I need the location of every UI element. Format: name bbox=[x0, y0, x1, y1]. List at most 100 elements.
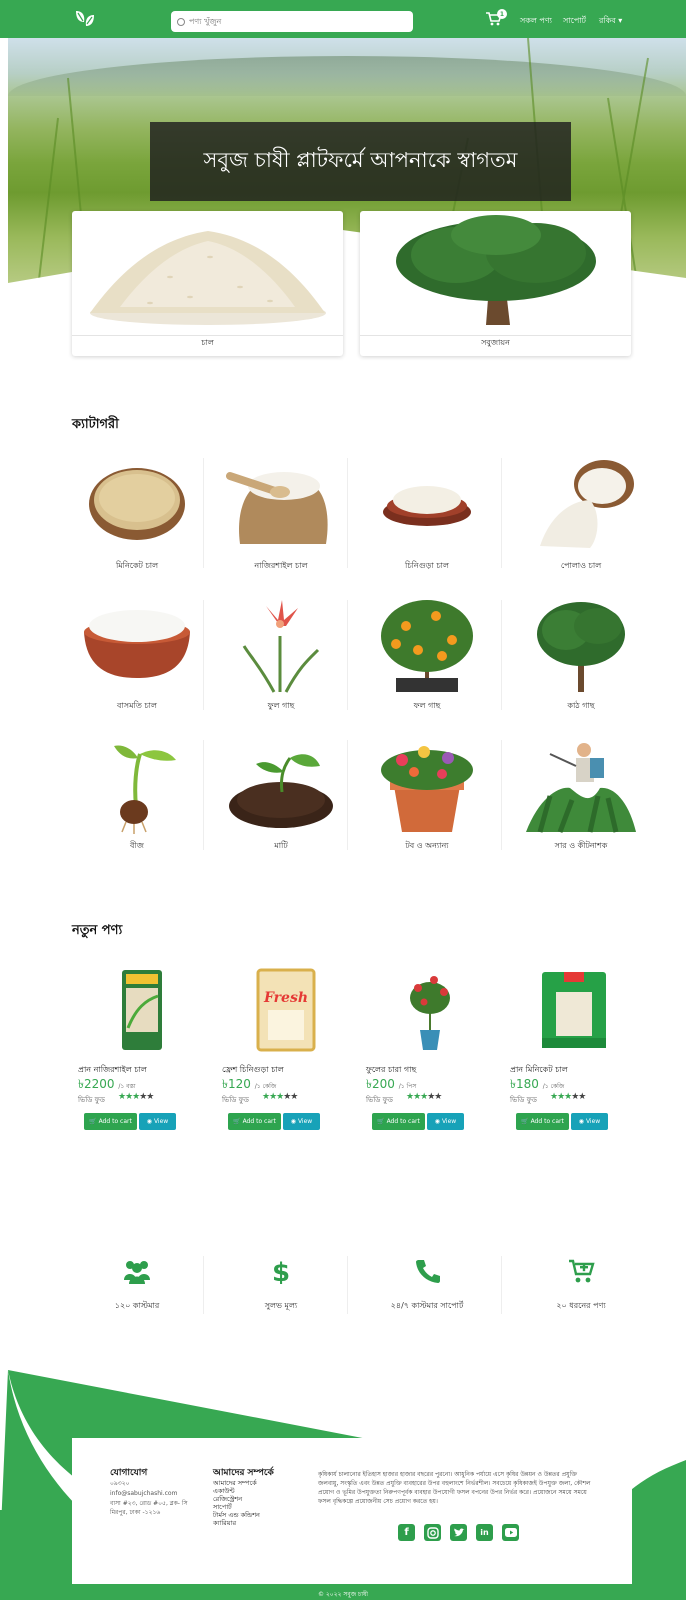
feature-card-greenery[interactable]: সবুজায়ন bbox=[360, 211, 631, 356]
view-button[interactable]: ◉ View bbox=[283, 1113, 320, 1130]
facebook-icon[interactable]: f bbox=[398, 1524, 415, 1541]
category-name: চিনিগুড়া চাল bbox=[405, 561, 449, 570]
stat-product-types: ২০ ধরনের পণ্য bbox=[510, 1258, 652, 1318]
footer-link-registration[interactable]: রেজিস্ট্রেশন bbox=[213, 1495, 242, 1503]
category-pots-others[interactable]: টব ও অন্যান্য bbox=[356, 736, 498, 866]
category-fertilizer-pesticide[interactable]: সার ও কীটনাশক bbox=[510, 736, 652, 866]
category-chinigura-rice[interactable]: চিনিগুড়া চাল bbox=[356, 456, 498, 586]
rice-basket-image bbox=[383, 486, 471, 526]
leaf-logo-icon[interactable] bbox=[74, 9, 96, 29]
product-seller: ভিডি ফুড bbox=[222, 1096, 249, 1104]
eye-icon: ◉ bbox=[146, 1118, 154, 1125]
category-name: কাঠ গাছ bbox=[567, 701, 595, 710]
product-card[interactable]: প্রান নাজিরশাইল চাল ৳2200 /১ বস্তা ভিডি … bbox=[72, 968, 214, 1148]
view-button[interactable]: ◉ View bbox=[427, 1113, 464, 1130]
category-name: সার ও কীটনাশক bbox=[554, 841, 608, 850]
product-rating: ★★★★★ bbox=[262, 1092, 298, 1102]
product-card[interactable]: ফুলের চারা গাছ ৳200 /১ পিস ভিডি ফুড ★★★★… bbox=[360, 968, 502, 1148]
footer-address-line-1: বাসা #২৩, রোড #০৫, ব্লক- সি bbox=[110, 1500, 188, 1507]
rice-bowl-image bbox=[89, 468, 185, 540]
footer-phone[interactable]: ০৯৩২০ bbox=[110, 1480, 130, 1488]
category-name: ফল গাছ bbox=[413, 701, 441, 710]
category-name: ফুল গাছ bbox=[267, 701, 295, 710]
search-icon bbox=[177, 17, 185, 26]
product-rating: ★★★★★ bbox=[550, 1092, 586, 1102]
view-button[interactable]: ◉ View bbox=[139, 1113, 176, 1130]
timber-tree-image bbox=[537, 602, 625, 692]
footer-about-text: কৃষিকার্য চালানোর ইতিহাস হাজার হাজার বছর… bbox=[318, 1471, 591, 1505]
category-miniket-rice[interactable]: মিনিকেট চাল bbox=[66, 456, 208, 586]
category-seeds[interactable]: বীজ bbox=[66, 736, 208, 866]
phone-icon bbox=[416, 1260, 440, 1283]
category-basmati-rice[interactable]: বাসমতি চাল bbox=[66, 596, 208, 726]
product-rating: ★★★★★ bbox=[406, 1092, 442, 1102]
category-soil[interactable]: মাটি bbox=[210, 736, 352, 866]
orange-tree-image bbox=[381, 600, 473, 692]
category-name: টব ও অন্যান্য bbox=[405, 841, 449, 850]
tree-image bbox=[396, 215, 596, 325]
category-timber-trees[interactable]: কাঠ গাছ bbox=[510, 596, 652, 726]
nav-all-products[interactable]: সকল পণ্য bbox=[520, 15, 552, 28]
footer-about-title: আমাদের সম্পর্কে bbox=[213, 1468, 274, 1478]
category-fruit-plants[interactable]: ফল গাছ bbox=[356, 596, 498, 726]
product-image-nazirshail-pack bbox=[122, 970, 162, 1050]
add-to-cart-button[interactable]: 🛒 Add to cart bbox=[372, 1113, 425, 1130]
cart-plus-icon bbox=[569, 1259, 595, 1283]
welcome-banner: সবুজ চাষী প্লাটফর্মে আপনাকে স্বাগতম bbox=[150, 122, 571, 201]
view-button[interactable]: ◉ View bbox=[571, 1113, 608, 1130]
instagram-icon[interactable] bbox=[424, 1524, 441, 1541]
footer-email[interactable]: info@sabujchashi.com bbox=[110, 1490, 177, 1498]
cart-icon: 🛒 bbox=[233, 1118, 243, 1125]
search-box[interactable] bbox=[171, 11, 413, 32]
category-name: পোলাও চাল bbox=[560, 561, 602, 570]
add-to-cart-button[interactable]: 🛒 Add to cart bbox=[84, 1113, 137, 1130]
nav-user-menu[interactable]: রকিব ▾ bbox=[599, 15, 622, 28]
twitter-icon[interactable] bbox=[450, 1524, 467, 1541]
footer-link-career[interactable]: ক্যারিয়ার bbox=[213, 1519, 236, 1527]
stat-text: ১২০ কাস্টমার bbox=[114, 1301, 160, 1310]
flower-pot-image bbox=[381, 746, 473, 832]
category-polao-rice[interactable]: পোলাও চাল bbox=[510, 456, 652, 586]
footer-copyright: © ২০২২ সবুজ চাষী bbox=[318, 1591, 368, 1598]
feature-card-label: সবুজায়ন bbox=[481, 338, 510, 347]
youtube-icon[interactable] bbox=[502, 1524, 519, 1541]
search-input[interactable] bbox=[189, 17, 389, 26]
users-icon bbox=[124, 1261, 150, 1284]
nav-support[interactable]: সাপোর্ট bbox=[563, 15, 586, 28]
lily-flower-image bbox=[242, 600, 320, 693]
linkedin-icon[interactable]: in bbox=[476, 1524, 493, 1541]
product-image-miniket-pack bbox=[542, 972, 606, 1048]
navbar: 1 সকল পণ্য সাপোর্ট রকিব ▾ bbox=[0, 0, 686, 38]
stat-text: সুলভ মূল্য bbox=[264, 1301, 298, 1310]
stat-text: ২০ ধরনের পণ্য bbox=[556, 1301, 606, 1310]
footer-link-support[interactable]: সাপোর্ট bbox=[213, 1503, 232, 1511]
new-products-title: নতুন পণ্য bbox=[72, 923, 123, 938]
product-seller: ভিডি ফুড bbox=[78, 1096, 105, 1104]
footer-contact-title: যোগাযোগ bbox=[110, 1468, 148, 1478]
feature-card-rice[interactable]: চাল bbox=[72, 211, 343, 356]
footer-link-account[interactable]: একাউন্ট bbox=[213, 1487, 235, 1495]
category-name: মিনিকেট চাল bbox=[115, 561, 159, 570]
product-seller: ভিডি ফুড bbox=[510, 1096, 537, 1104]
product-image-flower-sapling bbox=[410, 976, 450, 1050]
category-flower-plants[interactable]: ফুল গাছ bbox=[210, 596, 352, 726]
category-nazirshail-rice[interactable]: নাজিরশাইল চাল bbox=[210, 456, 352, 586]
svg-text:$: $ bbox=[272, 1258, 290, 1284]
footer-link-about[interactable]: আমাদের সম্পর্কে bbox=[213, 1479, 257, 1487]
sprouting-seed-image bbox=[114, 745, 176, 834]
eye-icon: ◉ bbox=[290, 1118, 298, 1125]
product-card[interactable]: Fresh ফ্রেশ চিনিগুড়া চাল ৳120 /১ কেজি ভ… bbox=[216, 968, 358, 1148]
svg-text:Fresh: Fresh bbox=[263, 990, 308, 1006]
cart-icon: 🛒 bbox=[521, 1118, 531, 1125]
stat-customers: ১২০ কাস্টমার bbox=[66, 1258, 208, 1318]
add-to-cart-button[interactable]: 🛒 Add to cart bbox=[228, 1113, 281, 1130]
footer-link-terms[interactable]: টার্মস এন্ড কন্ডিশন bbox=[213, 1511, 260, 1519]
eye-icon: ◉ bbox=[434, 1118, 442, 1125]
add-to-cart-button[interactable]: 🛒 Add to cart bbox=[516, 1113, 569, 1130]
rice-spill-image bbox=[540, 460, 634, 548]
rice-sack-image bbox=[226, 472, 328, 544]
product-card[interactable]: প্রান মিনিকেট চাল ৳180 /১ কেজি ভিডি ফুড … bbox=[504, 968, 646, 1148]
eye-icon: ◉ bbox=[578, 1118, 586, 1125]
product-rating: ★★★★★ bbox=[118, 1092, 154, 1102]
stat-fair-price: $ সুলভ মূল্য bbox=[210, 1258, 352, 1318]
